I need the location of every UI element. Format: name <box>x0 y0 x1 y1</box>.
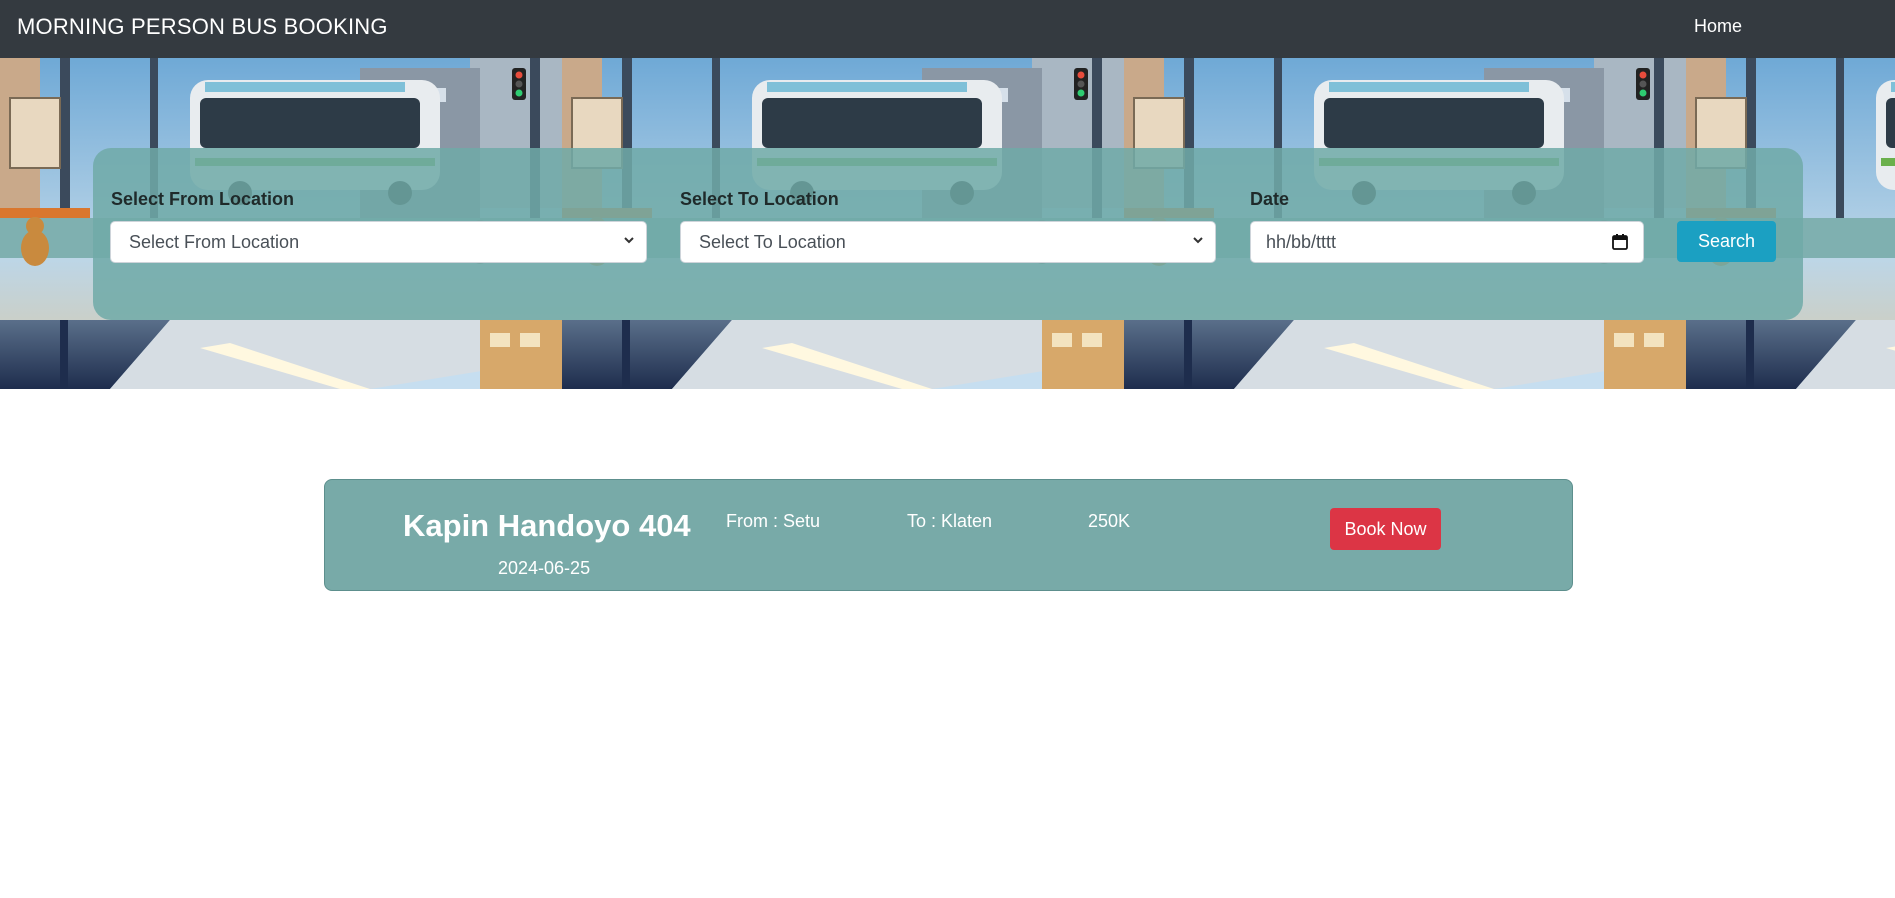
bus-price: 250K <box>1088 511 1131 531</box>
chevron-down-icon <box>1193 237 1203 244</box>
from-location-label: Select From Location <box>111 189 295 209</box>
search-button[interactable]: Search <box>1677 221 1776 262</box>
bus-to: To : Klaten <box>907 511 993 531</box>
bus-from: From : Setu <box>726 511 821 531</box>
from-location-value: Select From Location <box>129 232 300 252</box>
book-now-button[interactable]: Book Now <box>1330 508 1441 550</box>
bus-name: Kapin Handoyo 404 <box>403 508 691 543</box>
calendar-icon[interactable] <box>1611 233 1629 251</box>
to-location-value: Select To Location <box>699 232 846 252</box>
brand-title[interactable]: MORNING PERSON BUS BOOKING <box>17 14 388 40</box>
nav-home-link[interactable]: Home <box>1694 16 1742 37</box>
navbar: MORNING PERSON BUS BOOKING Home <box>0 0 1895 58</box>
to-location-select[interactable]: Select To Location <box>680 221 1216 263</box>
date-input-placeholder: hh/bb/tttt <box>1266 232 1337 252</box>
to-location-label: Select To Location <box>680 189 839 209</box>
bus-date: 2024-06-25 <box>498 558 591 578</box>
date-input[interactable]: hh/bb/tttt <box>1250 221 1644 263</box>
date-label: Date <box>1250 189 1290 209</box>
from-location-select[interactable]: Select From Location <box>110 221 647 263</box>
chevron-down-icon <box>624 237 634 244</box>
